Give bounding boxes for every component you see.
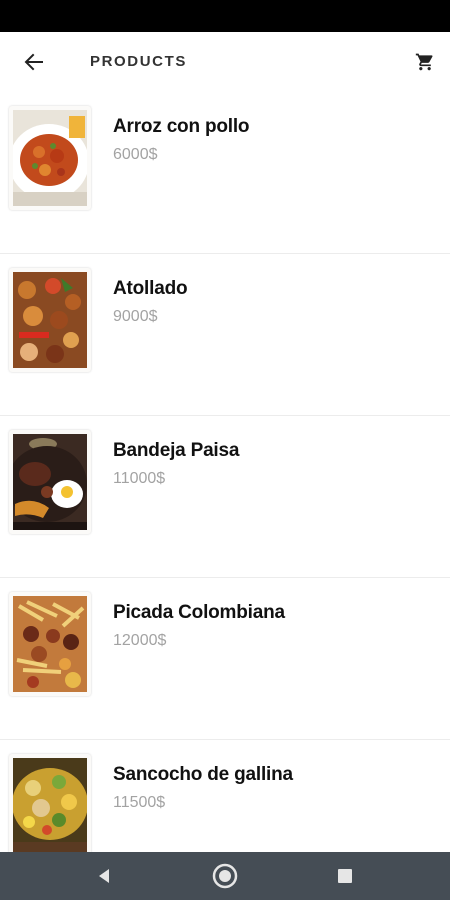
product-name: Atollado bbox=[113, 278, 188, 299]
product-thumbnail bbox=[9, 592, 91, 696]
atollado-image bbox=[13, 272, 87, 368]
product-item-picada-colombiana[interactable]: Picada Colombiana 12000$ bbox=[0, 578, 450, 740]
product-item-bandeja-paisa[interactable]: Bandeja Paisa 11000$ bbox=[0, 416, 450, 578]
circle-home-icon bbox=[212, 863, 238, 889]
product-price: 9000$ bbox=[113, 308, 158, 325]
status-bar bbox=[0, 0, 450, 32]
product-thumbnail bbox=[9, 268, 91, 372]
product-item-sancocho-de-gallina[interactable]: Sancocho de gallina 11500$ bbox=[0, 740, 450, 852]
arroz-con-pollo-image bbox=[13, 110, 87, 206]
product-name: Bandeja Paisa bbox=[113, 440, 240, 461]
picada-colombiana-image bbox=[13, 596, 87, 692]
product-name: Arroz con pollo bbox=[113, 116, 250, 137]
triangle-back-icon bbox=[99, 869, 109, 883]
arrow-left-icon bbox=[24, 53, 43, 71]
bandeja-paisa-image bbox=[13, 434, 87, 530]
product-item-atollado[interactable]: Atollado 9000$ bbox=[0, 254, 450, 416]
product-price: 11500$ bbox=[113, 794, 166, 811]
product-thumbnail bbox=[9, 754, 91, 852]
system-navigation-bar bbox=[0, 852, 450, 900]
product-list: Arroz con pollo 6000$ Atollado 9000$ Ban… bbox=[0, 92, 450, 852]
shopping-cart-icon bbox=[415, 53, 433, 71]
product-name: Sancocho de gallina bbox=[113, 764, 293, 785]
system-home-button[interactable] bbox=[205, 860, 245, 892]
back-button[interactable] bbox=[16, 46, 52, 78]
sancocho-de-gallina-image bbox=[13, 758, 87, 852]
cart-button[interactable] bbox=[410, 48, 440, 76]
product-price: 12000$ bbox=[113, 632, 167, 649]
system-back-button[interactable] bbox=[84, 860, 124, 892]
page-title: PRODUCTS bbox=[90, 53, 187, 70]
product-thumbnail bbox=[9, 106, 91, 210]
product-price: 11000$ bbox=[113, 470, 166, 487]
app-bar: PRODUCTS bbox=[0, 32, 450, 92]
product-item-arroz-con-pollo[interactable]: Arroz con pollo 6000$ bbox=[0, 92, 450, 254]
square-recents-icon bbox=[338, 869, 352, 883]
product-price: 6000$ bbox=[113, 146, 158, 163]
system-recents-button[interactable] bbox=[325, 860, 365, 892]
product-name: Picada Colombiana bbox=[113, 602, 285, 623]
product-thumbnail bbox=[9, 430, 91, 534]
